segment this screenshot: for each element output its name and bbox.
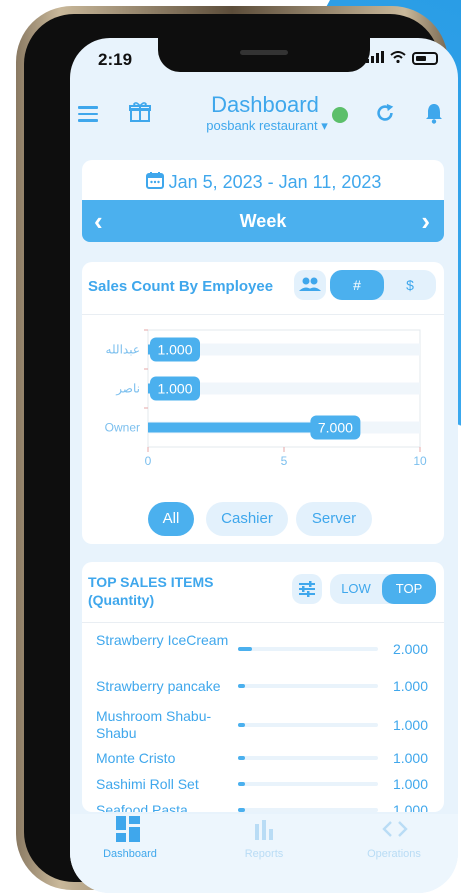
low-top-toggle: LOW TOP	[330, 574, 436, 604]
dashboard-icon	[116, 816, 140, 842]
category-label: Owner	[105, 421, 140, 435]
speaker	[240, 50, 288, 55]
role-filter: All Cashier Server	[82, 502, 444, 538]
item-value: 1.000	[392, 717, 428, 733]
nav-label: Reports	[244, 848, 284, 860]
code-icon	[382, 821, 408, 837]
menu-icon[interactable]	[78, 106, 98, 122]
store-name: posbank restaurant	[206, 118, 318, 133]
nav-label: Operations	[367, 848, 421, 860]
item-progress-fill	[238, 756, 245, 760]
nav-label: Dashboard	[103, 848, 157, 860]
status-time: 2:19	[98, 50, 133, 69]
item-value: 1.000	[392, 750, 428, 766]
chevron-down-icon: ▾	[321, 118, 328, 133]
data-label: 1.000	[157, 381, 192, 397]
app-header: Dashboard posbank restaurant ▾	[70, 86, 458, 146]
low-toggle-button[interactable]: LOW	[330, 574, 382, 604]
page-title: Dashboard	[211, 92, 319, 117]
filter-all-button[interactable]: All	[148, 502, 194, 536]
people-icon	[299, 277, 321, 291]
notch	[158, 38, 370, 72]
item-name: Mushroom Shabu-Shabu	[96, 708, 212, 741]
sales-by-employee-card: Sales Count By Employee # $ عبدالله 1.000…	[82, 262, 444, 544]
divider	[82, 622, 444, 623]
item-progress-track	[238, 684, 378, 688]
store-selector[interactable]: posbank restaurant ▾	[194, 118, 340, 134]
filter-cashier-button[interactable]: Cashier	[206, 502, 288, 536]
signal-icon	[366, 50, 384, 66]
card-title: TOP SALES ITEMS (Quantity)	[88, 574, 214, 608]
x-tick-label: 0	[145, 454, 152, 468]
card-title: Sales Count By Employee	[88, 278, 274, 295]
filter-server-button[interactable]: Server	[296, 502, 372, 536]
count-toggle-button[interactable]: #	[330, 270, 384, 300]
item-name: Monte Cristo	[96, 750, 176, 766]
reports-icon	[255, 820, 273, 840]
item-progress-fill	[238, 808, 245, 812]
amount-toggle-button[interactable]: $	[384, 270, 436, 300]
status-icons	[366, 50, 438, 66]
item-progress-track	[238, 756, 378, 760]
item-name: Strawberry IceCream	[96, 632, 229, 648]
category-label: ناصر	[115, 382, 140, 396]
battery-icon	[412, 51, 438, 65]
top-sales-card: TOP SALES ITEMS (Quantity) LOW TOP Straw…	[82, 562, 444, 812]
date-range-card: Jan 5, 2023 - Jan 11, 2023 ‹ Week ›	[82, 160, 444, 242]
data-label: 7.000	[318, 420, 353, 436]
item-value: 1.000	[392, 678, 428, 694]
x-tick-label: 10	[413, 454, 427, 468]
date-range[interactable]: Jan 5, 2023 - Jan 11, 2023	[82, 170, 444, 195]
x-tick-label: 5	[281, 454, 288, 468]
item-progress-fill	[238, 684, 245, 688]
app-screen: 2:19 Dashboard posbank restaurant ▾ Jan …	[70, 38, 458, 893]
gift-icon[interactable]	[128, 100, 152, 124]
item-progress-fill	[238, 723, 245, 727]
item-progress-track	[238, 782, 378, 786]
item-name: Sashimi Roll Set	[96, 776, 199, 792]
period-label: Week	[239, 211, 287, 231]
item-value: 2.000	[392, 641, 428, 657]
divider	[82, 314, 444, 315]
refresh-icon[interactable]	[374, 102, 396, 129]
period-selector: ‹ Week ›	[82, 200, 444, 242]
count-amount-toggle: # $	[330, 270, 436, 300]
item-name: Seafood Pasta	[96, 802, 188, 812]
employee-bar-chart: عبدالله 1.000 ناصر 1.000 Owner 7.000 0 5 10	[105, 329, 427, 468]
date-range-text: Jan 5, 2023 - Jan 11, 2023	[168, 172, 382, 192]
nav-reports[interactable]: Reports	[204, 814, 324, 874]
sliders-icon	[299, 581, 315, 597]
nav-operations[interactable]: Operations	[334, 814, 454, 874]
online-status-icon	[332, 107, 348, 123]
wifi-icon	[390, 50, 406, 66]
item-value: 1.000	[392, 802, 428, 812]
phone-bezel: 2:19 Dashboard posbank restaurant ▾ Jan …	[24, 14, 458, 893]
item-progress-fill	[238, 647, 252, 651]
item-progress-track	[238, 723, 378, 727]
item-value: 1.000	[392, 776, 428, 792]
bell-icon[interactable]	[424, 102, 444, 129]
bottom-nav: Dashboard Reports Operations	[70, 814, 458, 893]
chevron-right-icon[interactable]: ›	[421, 206, 430, 237]
category-label: عبدالله	[106, 343, 140, 357]
sort-options-button[interactable]	[292, 574, 322, 604]
bar	[148, 422, 339, 433]
item-progress-track	[238, 808, 378, 812]
item-progress-fill	[238, 782, 245, 786]
item-progress-track	[238, 647, 378, 651]
employee-filter-button[interactable]	[294, 270, 326, 300]
top-toggle-button[interactable]: TOP	[382, 574, 436, 604]
data-label: 1.000	[157, 342, 192, 358]
item-name: Strawberry pancake	[96, 678, 221, 694]
calendar-icon	[145, 170, 165, 195]
nav-dashboard[interactable]: Dashboard	[70, 814, 190, 874]
